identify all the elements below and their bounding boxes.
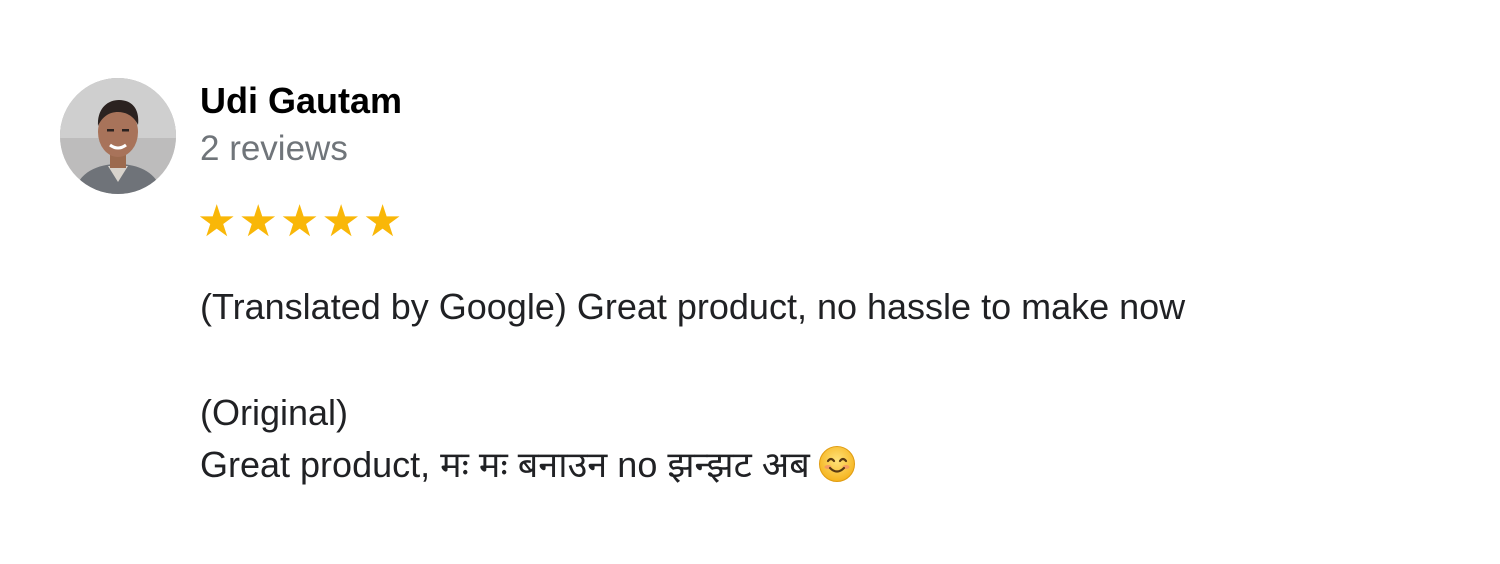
avatar[interactable] (60, 78, 176, 194)
original-review-text: Great product, मः मः बनाउन no झन्झट अब (200, 444, 810, 485)
original-label: (Original) (200, 392, 349, 433)
original-review: Great product, मः मः बनाउन no झन्झट अब (200, 443, 856, 487)
smiling-face-icon (818, 445, 856, 483)
translated-review-text: (Translated by Google) Great product, no… (200, 286, 1186, 327)
review-count: 2 reviews (200, 129, 348, 168)
star-icon: ★ (279, 196, 320, 247)
star-icon: ★ (362, 196, 403, 247)
star-icon: ★ (197, 196, 237, 247)
avatar-photo (60, 78, 176, 194)
star-icon: ★ (321, 196, 361, 247)
star-icon: ★ (238, 196, 278, 247)
reviewer-name[interactable]: Udi Gautam (200, 80, 402, 122)
star-rating: ★ ★ ★ ★ ★ (197, 198, 402, 246)
review-card: Udi Gautam 2 reviews ★ ★ ★ ★ ★ (Translat… (0, 0, 1500, 564)
